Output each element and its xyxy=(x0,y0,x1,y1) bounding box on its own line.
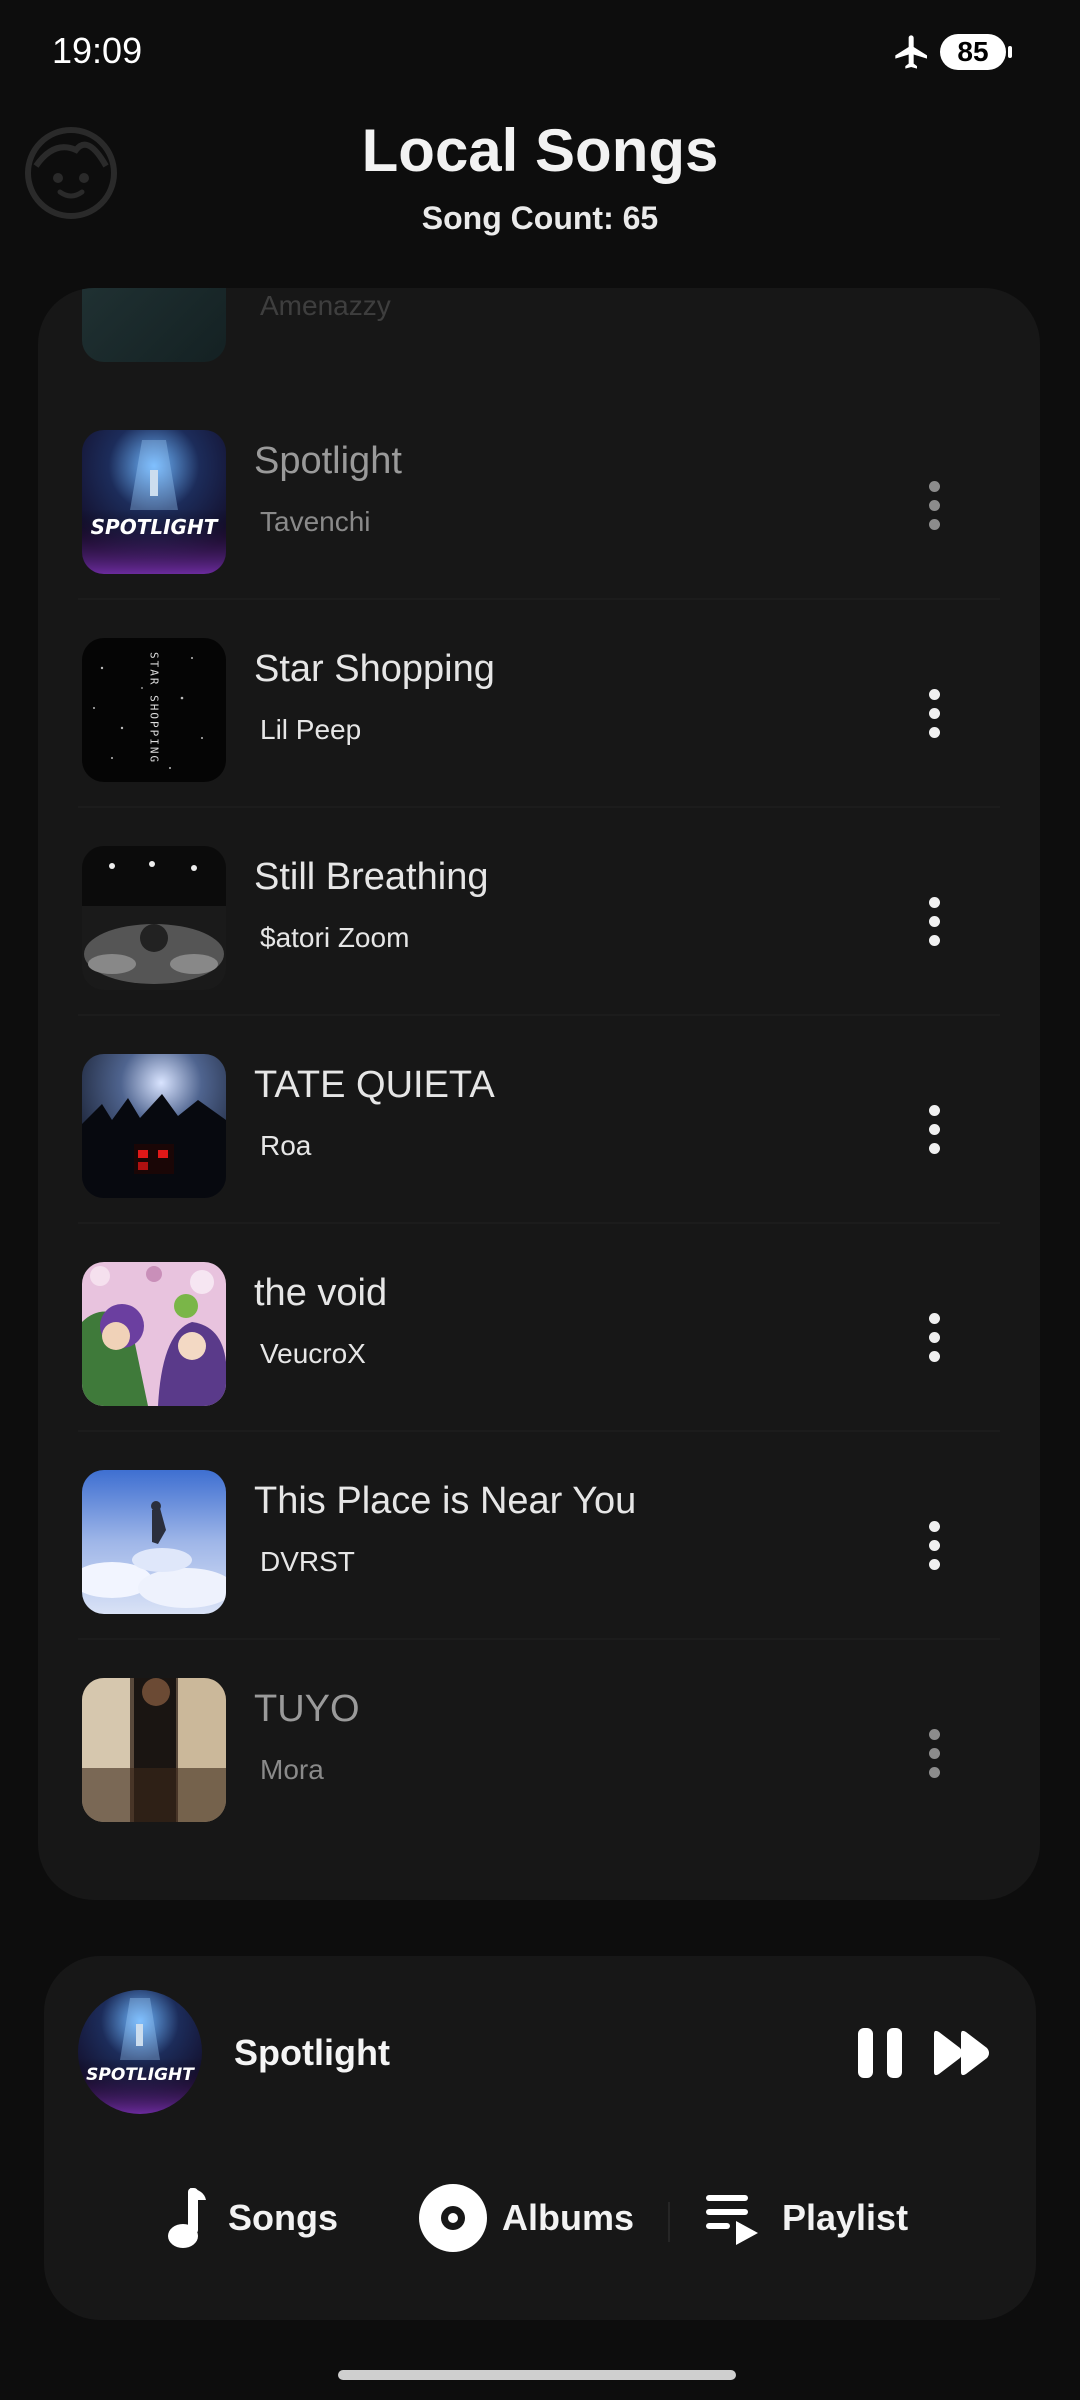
song-artist: Tavenchi xyxy=(260,506,371,537)
album-cover xyxy=(82,1470,226,1614)
home-indicator[interactable] xyxy=(338,2370,736,2380)
more-options-button[interactable] xyxy=(914,1708,954,1798)
song-title: TUYO xyxy=(254,1688,360,1730)
svg-text:STAR SHOPPING: STAR SHOPPING xyxy=(148,652,161,764)
song-title: the void xyxy=(254,1272,388,1314)
album-cover xyxy=(82,1262,226,1406)
list-item-song[interactable]: SPOTLIGHT Spotlight Tavenchi xyxy=(38,392,1040,600)
more-options-button[interactable] xyxy=(914,1292,954,1382)
music-note-icon xyxy=(168,2188,206,2248)
status-bar: 19:09 85 xyxy=(0,0,1080,100)
nav-albums[interactable]: Albums xyxy=(418,2170,634,2266)
song-artist: Roa xyxy=(260,1130,312,1161)
more-options-button[interactable] xyxy=(914,1084,954,1174)
song-title: TATE QUIETA xyxy=(254,1064,495,1106)
album-cover xyxy=(82,1678,226,1822)
battery-indicator: 85 xyxy=(940,34,1012,70)
nav-albums-label: Albums xyxy=(502,2197,635,2238)
playlist-icon xyxy=(706,2195,758,2245)
airplane-mode-icon xyxy=(895,35,927,69)
song-title: This Place is Near You xyxy=(254,1480,637,1522)
song-list[interactable]: Amenazzy SPOTLIGHT Spotlight Tavenchi ST… xyxy=(38,288,1040,1900)
song-title: Star Shopping xyxy=(254,648,495,690)
list-item-song[interactable]: STAR SHOPPING Star Shopping Lil Peep xyxy=(38,600,1040,808)
pause-icon[interactable] xyxy=(854,2026,906,2080)
album-disc-icon xyxy=(419,2184,487,2252)
more-options-button[interactable] xyxy=(914,876,954,966)
more-options-button[interactable] xyxy=(914,1500,954,1590)
list-item-song[interactable]: Still Breathing $atori Zoom xyxy=(38,808,1040,1016)
song-artist: Amenazzy xyxy=(260,290,391,321)
battery-level: 85 xyxy=(957,36,989,67)
album-cover xyxy=(82,846,226,990)
nav-divider xyxy=(668,2202,670,2242)
list-item-song[interactable]: TATE QUIETA Roa xyxy=(38,1016,1040,1224)
nav-playlist-label: Playlist xyxy=(782,2197,909,2238)
list-item-partial[interactable]: Amenazzy xyxy=(38,288,1040,368)
album-cover xyxy=(82,288,226,362)
now-playing-cover[interactable]: SPOTLIGHT xyxy=(78,1990,202,2114)
song-title: Spotlight xyxy=(254,440,402,482)
nav-playlist[interactable]: Playlist xyxy=(704,2170,908,2266)
more-options-button[interactable] xyxy=(914,460,954,550)
bottom-navigation: Songs Albums Playlist xyxy=(44,2170,1036,2266)
album-cover xyxy=(82,1054,226,1198)
status-time: 19:09 xyxy=(52,30,143,71)
svg-text:SPOTLIGHT: SPOTLIGHT xyxy=(91,515,219,539)
song-count: Song Count: 65 xyxy=(421,200,659,236)
nav-songs-label: Songs xyxy=(228,2197,339,2238)
song-title: Still Breathing xyxy=(254,856,489,898)
nav-songs[interactable]: Songs xyxy=(166,2170,338,2266)
fast-forward-icon[interactable] xyxy=(930,2028,992,2078)
song-artist: DVRST xyxy=(260,1546,355,1577)
song-artist: Lil Peep xyxy=(260,714,362,745)
album-cover: STAR SHOPPING xyxy=(82,638,226,782)
page-title: Local Songs xyxy=(361,117,719,184)
player-bar[interactable]: SPOTLIGHT Spotlight Songs Albums Playlis… xyxy=(44,1956,1036,2320)
now-playing-title: Spotlight xyxy=(234,2032,390,2073)
list-item-song[interactable]: the void VeucroX xyxy=(38,1224,1040,1432)
song-artist: $atori Zoom xyxy=(260,922,410,953)
album-cover: SPOTLIGHT xyxy=(82,430,226,574)
song-artist: VeucroX xyxy=(260,1338,366,1369)
more-options-button[interactable] xyxy=(914,668,954,758)
song-artist: Mora xyxy=(260,1754,324,1785)
list-item-song[interactable]: This Place is Near You DVRST xyxy=(38,1432,1040,1640)
svg-text:SPOTLIGHT: SPOTLIGHT xyxy=(86,2065,195,2085)
list-item-song[interactable]: TUYO Mora xyxy=(38,1640,1040,1848)
